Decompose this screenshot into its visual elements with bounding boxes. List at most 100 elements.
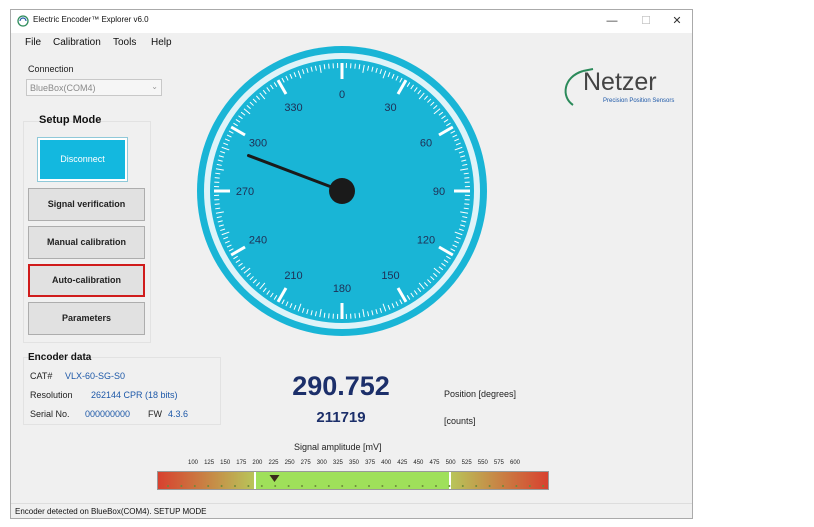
signal-scale-label: 100 <box>187 460 199 466</box>
signal-bar-dot <box>435 485 437 487</box>
signal-bar-dot <box>448 485 451 487</box>
signal-scale: 100 125 150 175 200 225 250 275 300 325 350 375 400 4… <box>11 460 692 470</box>
gauge-tick <box>214 177 220 179</box>
signal-bar-graphic <box>158 472 548 489</box>
gauge-label: 270 <box>236 186 254 198</box>
signal-bar-dot <box>475 485 478 487</box>
gauge-label: 60 <box>420 138 432 150</box>
title-bar: Electric Encoder™ Explorer v6.0 — ☐ ✕ <box>11 10 692 33</box>
counts-label: [counts] <box>444 416 476 426</box>
signal-bar-dot <box>220 485 223 487</box>
close-button[interactable]: ✕ <box>662 12 692 30</box>
signal-high-zone <box>450 472 548 489</box>
connection-label: Connection <box>28 64 74 74</box>
signal-bar-dot <box>167 485 169 487</box>
signal-scale-label: 425 <box>397 460 408 466</box>
menu-file[interactable]: File <box>25 37 41 48</box>
window-title: Electric Encoder™ Explorer v6.0 <box>33 15 149 24</box>
signal-bar-dot <box>515 485 518 487</box>
counts-value: 211719 <box>316 409 366 426</box>
signal-scale-label: 275 <box>300 460 311 466</box>
fw-value: 4.3.6 <box>168 409 189 419</box>
menu-help[interactable]: Help <box>151 37 172 48</box>
connection-value: BlueBox(COM4) <box>30 83 96 93</box>
manual-calibration-button[interactable]: Manual calibration <box>28 226 145 259</box>
connection-select[interactable]: BlueBox(COM4) ⌄ <box>26 79 162 96</box>
signal-scale-label: 225 <box>268 460 279 466</box>
cat-label: CAT# <box>30 371 53 381</box>
auto-calibration-button[interactable]: Auto-calibration <box>28 264 145 297</box>
fw-label: FW <box>148 409 162 419</box>
position-label: Position [degrees] <box>444 389 517 399</box>
minimize-button[interactable]: — <box>597 12 627 30</box>
gauge-tick <box>215 172 221 175</box>
app-window: Electric Encoder™ Explorer v6.0 — ☐ ✕ Fi… <box>10 9 693 519</box>
serial-value: 000000000 <box>85 409 131 419</box>
signal-bar-dot <box>488 485 491 487</box>
signal-scale-label: 375 <box>365 460 376 466</box>
signal-bar-dot <box>314 485 317 487</box>
disconnect-button[interactable]: Disconnect <box>37 137 128 182</box>
signal-scale-label: 525 <box>461 460 472 466</box>
signal-bar-dot <box>461 485 464 487</box>
signal-amplitude-bar <box>157 471 549 490</box>
signal-scale-label: 300 <box>316 460 327 466</box>
signal-bar-dot <box>274 485 277 487</box>
gauge-label: 150 <box>381 270 399 282</box>
gauge-label: 90 <box>433 186 445 198</box>
resolution-label: Resolution <box>30 390 73 400</box>
signal-bar-dot <box>528 485 531 487</box>
maximize-button[interactable]: ☐ <box>631 12 661 30</box>
cat-value: VLX-60-SG-S0 <box>65 371 126 381</box>
gauge-label: 210 <box>284 270 302 282</box>
menu-calibration[interactable]: Calibration <box>53 37 101 48</box>
gauge-tick <box>354 313 356 319</box>
signal-bar-dot <box>287 485 290 487</box>
signal-scale-label: 450 <box>413 460 424 466</box>
signal-bar-dot <box>327 485 330 487</box>
menu-tools[interactable]: Tools <box>113 37 136 48</box>
position-value: 290.752 <box>292 371 390 401</box>
status-text: Encoder detected on BlueBox(COM4). SETUP… <box>15 507 207 516</box>
gauge-label: 300 <box>249 138 267 150</box>
gauge-tick <box>354 63 356 69</box>
signal-bar-dot <box>381 485 384 487</box>
serial-label: Serial No. <box>30 409 70 419</box>
gauge-tick <box>323 64 326 70</box>
gauge-label: 30 <box>384 102 396 114</box>
signal-scale-label: 550 <box>477 460 488 466</box>
signal-bar-dot <box>542 485 545 487</box>
gauge-label: 180 <box>333 283 351 295</box>
signal-bar-dot <box>368 485 370 487</box>
gauge-tick <box>214 203 220 205</box>
signal-scale-label: 250 <box>284 460 295 466</box>
gauge-tick <box>215 207 221 210</box>
app-icon <box>17 15 29 27</box>
gauge-tick <box>463 172 469 175</box>
signal-bar-dot <box>394 485 397 487</box>
signal-bar-dot <box>502 485 504 487</box>
position-gauge: 0 30 60 90 120 150 180 210 240 270 300 330 <box>197 46 487 336</box>
signal-scale-label: 500 <box>445 460 456 466</box>
signal-bar-dot <box>341 485 344 487</box>
gauge-label: 120 <box>417 235 435 247</box>
gauge-hub <box>329 178 355 204</box>
signal-bar-dot <box>234 485 236 487</box>
signal-verification-button[interactable]: Signal verification <box>28 188 145 221</box>
parameters-button[interactable]: Parameters <box>28 302 145 335</box>
signal-scale-label: 125 <box>204 460 215 466</box>
signal-scale-label: 475 <box>429 460 440 466</box>
signal-bar-dot <box>193 485 196 487</box>
signal-bar-dot <box>301 485 303 487</box>
gauge-tick <box>323 312 326 318</box>
signal-low-zone <box>158 472 255 489</box>
signal-good-zone <box>255 472 450 489</box>
signal-bar-dot <box>260 485 263 487</box>
gauge-label: 330 <box>284 102 302 114</box>
gauge-tick <box>464 177 470 179</box>
signal-bar-dot <box>354 485 357 487</box>
signal-bar-dot <box>247 485 250 487</box>
signal-scale-label: 175 <box>236 460 247 466</box>
logo-name: Netzer <box>583 68 657 96</box>
signal-scale-label: 200 <box>252 460 263 466</box>
